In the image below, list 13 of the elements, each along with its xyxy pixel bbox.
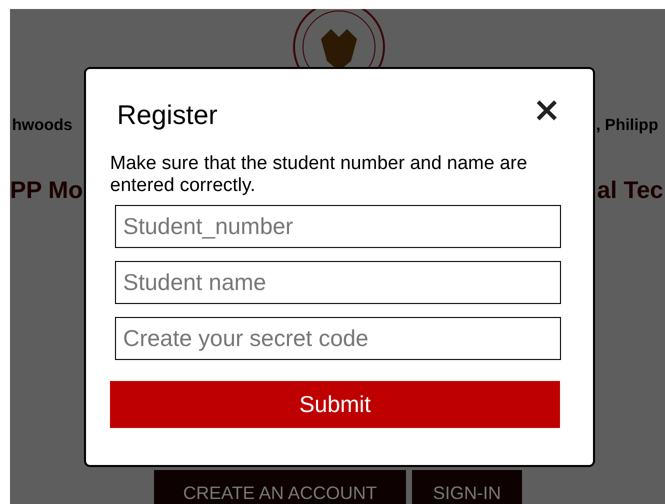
address-text: hwoods (12, 117, 72, 135)
account-button[interactable]: CREATE AN ACCOUNT (154, 470, 406, 504)
page-heading: al Tec (597, 177, 664, 205)
page-heading: PP Mo (10, 177, 83, 205)
input-field[interactable]: Student_number (115, 205, 561, 248)
input-field[interactable]: Create your secret code (115, 317, 561, 360)
instruction-text: Make sure that the student number and name are entered correctly. (110, 153, 528, 197)
account-button[interactable]: SIGN-IN (412, 470, 522, 504)
dialog-title: Register (117, 102, 218, 129)
submit-button[interactable]: Submit (110, 381, 560, 428)
address-text: , Philipp (596, 117, 658, 135)
input-field[interactable]: Student name (115, 261, 561, 304)
close-button[interactable]: × (532, 93, 561, 127)
